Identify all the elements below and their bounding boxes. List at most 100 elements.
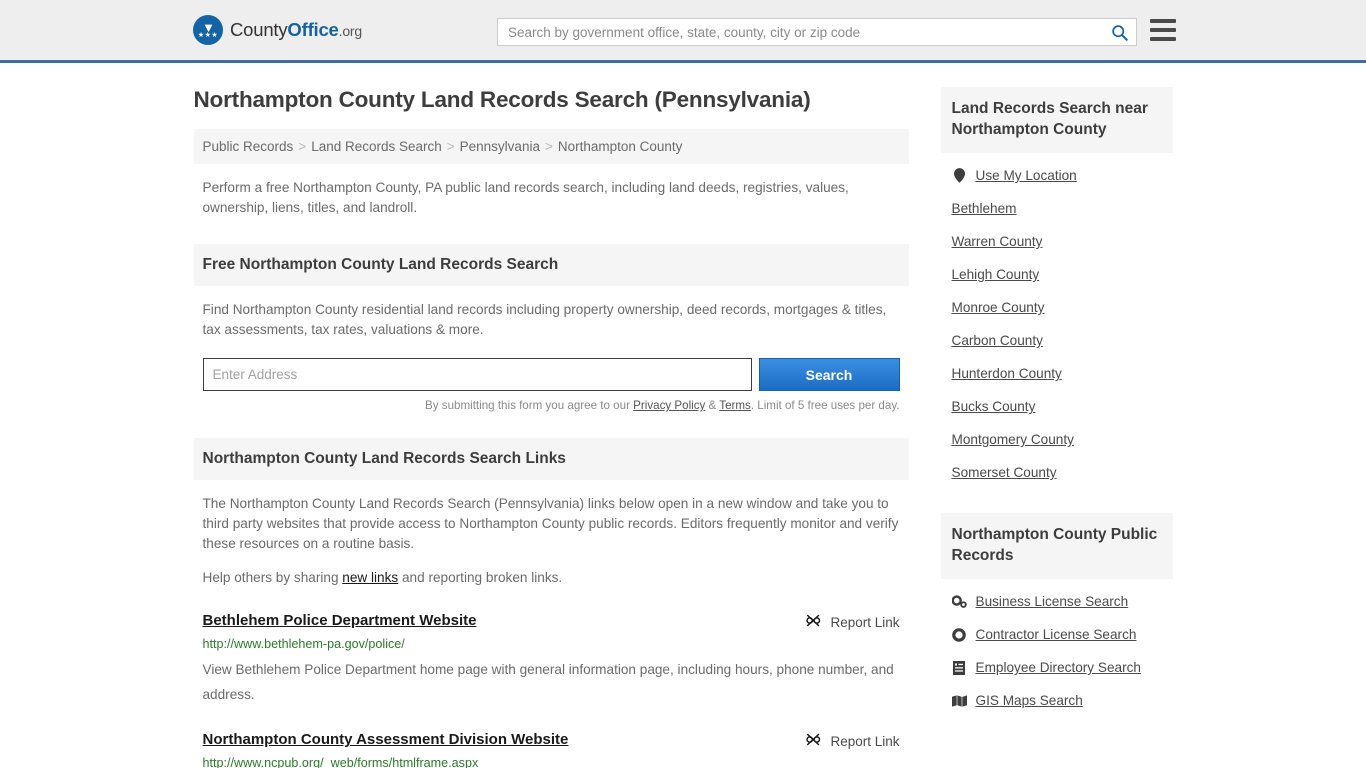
link-result-header: Bethlehem Police Department Website Repo… bbox=[203, 612, 900, 631]
search-icon[interactable] bbox=[1102, 19, 1136, 45]
link-result-title[interactable]: Northampton County Assessment Division W… bbox=[203, 731, 569, 748]
sidebar-link-label[interactable]: Hunterdon County bbox=[952, 366, 1062, 381]
map-icon bbox=[951, 694, 967, 707]
link-result-title[interactable]: Bethlehem Police Department Website bbox=[203, 612, 477, 629]
sidebar-link-label[interactable]: GIS Maps Search bbox=[976, 693, 1083, 708]
form-disclaimer: By submitting this form you agree to our… bbox=[194, 399, 909, 412]
hamburger-bar bbox=[1150, 19, 1176, 23]
sidebar-item-montgomery-county[interactable]: Montgomery County bbox=[941, 423, 1173, 456]
sidebar-link-label[interactable]: Bucks County bbox=[952, 399, 1036, 414]
sidebar-item-bethlehem[interactable]: Bethlehem bbox=[941, 192, 1173, 225]
sidebar-item-monroe-county[interactable]: Monroe County bbox=[941, 291, 1173, 324]
disclaimer-amp: & bbox=[705, 399, 720, 412]
sidebar-records-section: Northampton County Public Records Busine… bbox=[940, 513, 1173, 717]
search-input[interactable] bbox=[498, 19, 1102, 45]
help-prefix: Help others by sharing bbox=[202, 570, 343, 585]
sidebar-link-label[interactable]: Montgomery County bbox=[952, 432, 1074, 447]
breadcrumb-item-northampton-county[interactable]: Northampton County bbox=[558, 139, 683, 154]
logo-text-office: Office bbox=[287, 19, 339, 40]
report-link-label: Report Link bbox=[830, 733, 900, 749]
broken-link-glyph bbox=[806, 614, 821, 627]
address-input[interactable] bbox=[202, 358, 752, 391]
sidebar-records-heading: Northampton County Public Records bbox=[940, 513, 1173, 579]
list-icon bbox=[952, 660, 967, 675]
cogs-icon bbox=[951, 595, 967, 608]
breadcrumb-separator: > bbox=[544, 139, 553, 154]
sidebar-link-label[interactable]: Employee Directory Search bbox=[976, 660, 1141, 675]
privacy-policy-link[interactable]: Privacy Policy bbox=[633, 399, 705, 412]
link-result-item: Bethlehem Police Department Website Repo… bbox=[194, 612, 909, 707]
sidebar-item-lehigh-county[interactable]: Lehigh County bbox=[941, 258, 1173, 291]
page-body: Northampton County Land Records Search (… bbox=[0, 63, 1366, 768]
sidebar-link-label[interactable]: Business License Search bbox=[976, 594, 1129, 609]
breadcrumb: Public Records > Land Records Search > P… bbox=[193, 129, 909, 164]
sidebar-link-label[interactable]: Lehigh County bbox=[952, 267, 1040, 282]
hamburger-menu-icon[interactable] bbox=[1150, 19, 1176, 41]
hamburger-bar bbox=[1150, 28, 1176, 32]
sidebar-link-label[interactable]: Carbon County bbox=[952, 333, 1043, 348]
gear-icon bbox=[952, 627, 967, 642]
breadcrumb-separator: > bbox=[298, 139, 307, 154]
sidebar-link-label[interactable]: Contractor License Search bbox=[976, 627, 1137, 642]
sidebar-near-list: Use My Location Bethlehem Warren County … bbox=[941, 159, 1173, 489]
help-suffix: and reporting broken links. bbox=[398, 570, 563, 585]
sidebar-item-employee-directory-search[interactable]: Employee Directory Search bbox=[941, 651, 1173, 684]
broken-link-icon bbox=[805, 732, 822, 750]
sidebar-item-bucks-county[interactable]: Bucks County bbox=[941, 390, 1173, 423]
link-result-url: http://www.bethlehem-pa.gov/police/ bbox=[202, 637, 405, 651]
report-link-button[interactable]: Report Link bbox=[805, 731, 900, 750]
sidebar-near-heading: Land Records Search near Northampton Cou… bbox=[940, 87, 1173, 153]
sidebar-records-list: Business License Search Contractor Licen… bbox=[941, 585, 1173, 717]
link-result-url: http://www.ncpub.org/_web/forms/htmlfram… bbox=[202, 756, 479, 768]
links-help-text: Help others by sharing new links and rep… bbox=[194, 568, 909, 588]
address-search-form: Search bbox=[194, 358, 909, 391]
disclaimer-suffix: . Limit of 5 free uses per day. bbox=[750, 399, 900, 412]
free-search-heading: Free Northampton County Land Records Sea… bbox=[193, 244, 909, 286]
sidebar-item-hunterdon-county[interactable]: Hunterdon County bbox=[941, 357, 1173, 390]
map-pin-glyph bbox=[953, 168, 965, 183]
list-glyph bbox=[953, 660, 965, 675]
new-links-link[interactable]: new links bbox=[342, 570, 398, 585]
sidebar-link-label[interactable]: Bethlehem bbox=[952, 201, 1017, 216]
site-header: ▼ ★★★ CountyOffice.org bbox=[0, 0, 1366, 63]
broken-link-icon bbox=[805, 613, 822, 631]
sidebar-item-business-license-search[interactable]: Business License Search bbox=[941, 585, 1173, 618]
report-link-button[interactable]: Report Link bbox=[805, 612, 900, 631]
links-section-paragraph: The Northampton County Land Records Sear… bbox=[202, 496, 899, 551]
sidebar-item-warren-county[interactable]: Warren County bbox=[941, 225, 1173, 258]
logo-text-org: .org bbox=[338, 23, 363, 39]
link-result-description: View Bethlehem Police Department home pa… bbox=[202, 662, 894, 702]
global-search-bar bbox=[497, 18, 1137, 46]
main-column: Northampton County Land Records Search (… bbox=[193, 87, 909, 768]
breadcrumb-item-pennsylvania[interactable]: Pennsylvania bbox=[460, 139, 540, 154]
sidebar-item-use-my-location[interactable]: Use My Location bbox=[941, 159, 1173, 192]
logo-text-county: County bbox=[230, 19, 288, 40]
sidebar: Land Records Search near Northampton Cou… bbox=[940, 87, 1173, 768]
disclaimer-prefix: By submitting this form you agree to our bbox=[425, 399, 634, 412]
eagle-seal-icon: ▼ ★★★ bbox=[193, 15, 223, 45]
sidebar-link-label[interactable]: Monroe County bbox=[952, 300, 1045, 315]
gear-glyph bbox=[952, 627, 966, 642]
sidebar-item-contractor-license-search[interactable]: Contractor License Search bbox=[941, 618, 1173, 651]
map-glyph bbox=[951, 694, 967, 707]
report-link-label: Report Link bbox=[830, 614, 900, 630]
breadcrumb-item-public-records[interactable]: Public Records bbox=[203, 139, 294, 154]
breadcrumb-item-land-records-search[interactable]: Land Records Search bbox=[311, 139, 442, 154]
broken-link-glyph bbox=[806, 733, 821, 746]
link-result-header: Northampton County Assessment Division W… bbox=[203, 731, 900, 750]
site-logo[interactable]: ▼ ★★★ CountyOffice.org bbox=[193, 15, 362, 45]
terms-link[interactable]: Terms bbox=[719, 399, 751, 412]
address-search-button[interactable]: Search bbox=[758, 358, 900, 391]
page-title: Northampton County Land Records Search (… bbox=[193, 87, 811, 112]
links-section-heading: Northampton County Land Records Search L… bbox=[193, 438, 909, 480]
hamburger-bar bbox=[1150, 37, 1176, 41]
link-result-item: Northampton County Assessment Division W… bbox=[194, 731, 909, 768]
breadcrumb-separator: > bbox=[446, 139, 455, 154]
sidebar-item-carbon-county[interactable]: Carbon County bbox=[941, 324, 1173, 357]
map-pin-icon bbox=[952, 168, 967, 183]
sidebar-link-label[interactable]: Warren County bbox=[952, 234, 1043, 249]
sidebar-item-gis-maps-search[interactable]: GIS Maps Search bbox=[941, 684, 1173, 717]
sidebar-link-label[interactable]: Use My Location bbox=[976, 168, 1077, 183]
sidebar-link-label[interactable]: Somerset County bbox=[952, 465, 1057, 480]
sidebar-item-somerset-county[interactable]: Somerset County bbox=[941, 456, 1173, 489]
